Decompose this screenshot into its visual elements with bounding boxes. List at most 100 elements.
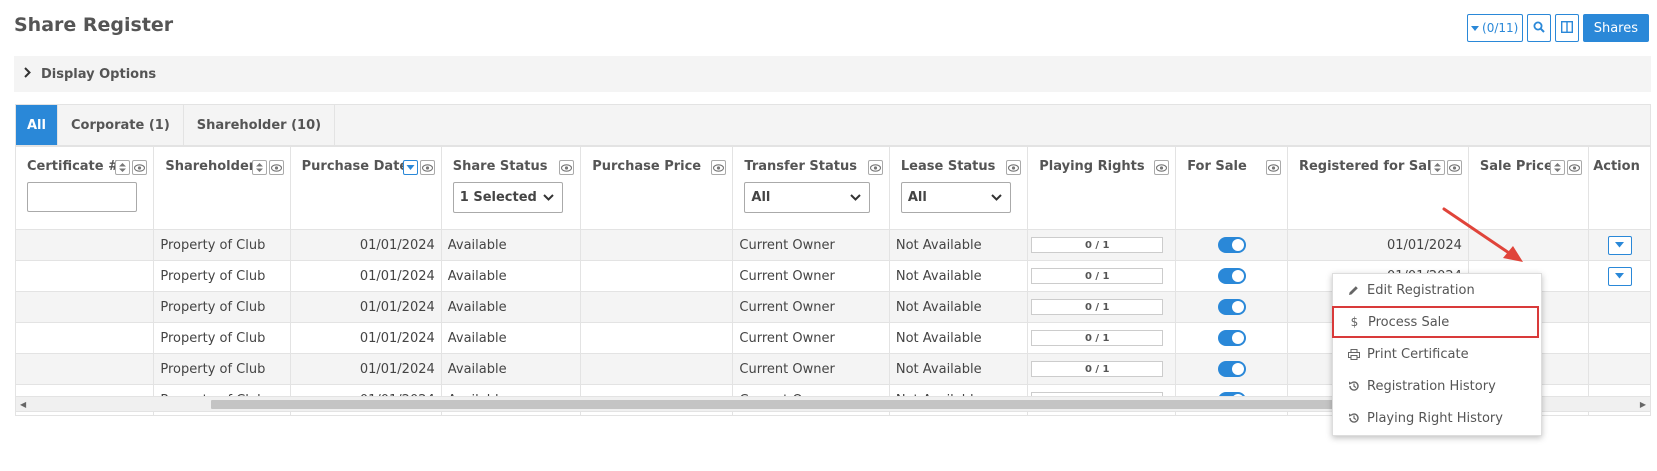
row-action-dropdown-button[interactable] — [1607, 235, 1632, 255]
lease-status-filter-value: All — [907, 190, 927, 205]
row-action-dropdown-button[interactable] — [1607, 266, 1632, 286]
header-row: Certificate # Shareholder Purchase Date … — [14, 146, 1651, 230]
menu-item-registration-history[interactable]: Registration History — [1333, 370, 1541, 402]
eye-icon[interactable] — [711, 160, 727, 175]
cell-playing-rights: 0 / 1 — [1027, 229, 1177, 261]
eye-icon[interactable] — [1567, 160, 1583, 175]
tab-shareholder[interactable]: Shareholder (10) — [184, 105, 336, 145]
cell-certificate — [14, 229, 155, 261]
scroll-right-arrow-icon[interactable]: ▶ — [1640, 400, 1646, 409]
cell-purchase-price — [580, 322, 734, 354]
scroll-left-arrow-icon[interactable]: ◀ — [20, 400, 26, 409]
eye-icon[interactable] — [559, 160, 575, 175]
cell-share-status: Available — [440, 353, 582, 385]
history-icon — [1347, 380, 1360, 392]
cell-transfer-status: Current Owner — [732, 322, 890, 354]
cell-playing-rights: 0 / 1 — [1027, 322, 1177, 354]
lease-status-filter-select[interactable]: All — [900, 182, 1011, 213]
menu-item-print-certificate[interactable]: Print Certificate — [1333, 338, 1541, 370]
cell-share-status: Available — [440, 229, 582, 261]
cell-playing-rights: 0 / 1 — [1027, 353, 1177, 385]
display-options-toggle[interactable]: Display Options — [14, 56, 1651, 92]
caret-down-icon — [1471, 21, 1480, 35]
col-share-status-label: Share Status — [452, 159, 548, 174]
cell-playing-rights: 0 / 1 — [1027, 260, 1177, 292]
for-sale-toggle[interactable] — [1217, 299, 1246, 315]
page-title: Share Register — [14, 14, 174, 36]
columns-icon — [1560, 20, 1573, 36]
columns-button[interactable] — [1554, 14, 1579, 42]
col-lease-status: Lease Status All — [888, 146, 1029, 230]
cell-purchase-price — [580, 229, 734, 261]
share-status-filter-select[interactable]: 1 Selected — [452, 182, 563, 213]
playing-rights-indicator: 0 / 1 — [1031, 268, 1164, 284]
cell-share-status: Available — [440, 260, 582, 292]
col-playing-rights-label: Playing Rights — [1039, 159, 1145, 174]
sort-icon[interactable] — [1550, 160, 1566, 175]
history-icon — [1347, 412, 1360, 424]
sort-icon[interactable] — [1429, 160, 1445, 175]
col-action: Action — [1588, 146, 1651, 230]
menu-item-label: Registration History — [1367, 378, 1496, 394]
cell-purchase-price — [580, 260, 734, 292]
cell-shareholder: Property of Club — [153, 260, 291, 292]
col-purchase-date: Purchase Date — [289, 146, 442, 230]
menu-item-edit-registration[interactable]: Edit Registration — [1333, 274, 1541, 306]
playing-rights-indicator: 0 / 1 — [1031, 330, 1164, 346]
eye-icon[interactable] — [1006, 160, 1022, 175]
eye-icon[interactable] — [1446, 160, 1462, 175]
printer-icon — [1347, 348, 1360, 360]
eye-icon[interactable] — [132, 160, 148, 175]
top-actions: (0/11) Shares — [1466, 14, 1649, 42]
col-playing-rights: Playing Rights — [1027, 146, 1177, 230]
col-lease-status-label: Lease Status — [900, 159, 996, 174]
sort-icon[interactable] — [251, 160, 267, 175]
menu-item-label: Print Certificate — [1367, 346, 1469, 362]
cell-action — [1588, 291, 1651, 323]
eye-icon[interactable] — [1154, 160, 1170, 175]
for-sale-toggle[interactable] — [1217, 268, 1246, 284]
for-sale-toggle[interactable] — [1217, 361, 1246, 377]
eye-icon[interactable] — [867, 160, 883, 175]
eye-icon[interactable] — [268, 160, 284, 175]
cell-share-status: Available — [440, 291, 582, 323]
menu-item-playing-right-history[interactable]: Playing Right History — [1333, 402, 1541, 434]
menu-item-label: Process Sale — [1368, 314, 1450, 330]
eye-icon[interactable] — [419, 160, 435, 175]
cell-lease-status: Not Available — [888, 260, 1029, 292]
col-registered-for-sale-label: Registered for Sale — [1298, 159, 1441, 174]
cell-certificate — [14, 291, 155, 323]
menu-item-process-sale[interactable]: $ Process Sale — [1332, 306, 1539, 338]
cell-for-sale — [1175, 260, 1288, 292]
chevron-down-icon — [850, 190, 862, 205]
shares-button[interactable]: Shares — [1582, 14, 1649, 42]
cell-certificate — [14, 322, 155, 354]
cell-shareholder: Property of Club — [153, 291, 291, 323]
tab-all[interactable]: All — [16, 105, 58, 145]
for-sale-toggle[interactable] — [1217, 330, 1246, 346]
cell-purchase-date: 01/01/2024 — [289, 291, 442, 323]
cell-for-sale — [1175, 322, 1288, 354]
col-for-sale: For Sale — [1175, 146, 1288, 230]
filter-count-label: (0/11) — [1482, 21, 1519, 35]
for-sale-toggle[interactable] — [1217, 237, 1246, 253]
table-row[interactable]: Property of Club 01/01/2024 Available Cu… — [14, 229, 1651, 261]
scrollbar-thumb[interactable] — [211, 400, 1336, 409]
col-share-status: Share Status 1 Selected — [440, 146, 582, 230]
cell-lease-status: Not Available — [888, 229, 1029, 261]
transfer-status-filter-select[interactable]: All — [744, 182, 871, 213]
filter-count-button[interactable]: (0/11) — [1466, 14, 1523, 42]
search-button[interactable] — [1526, 14, 1551, 42]
transfer-status-filter-value: All — [751, 190, 771, 205]
col-transfer-status-label: Transfer Status — [744, 159, 857, 174]
cell-transfer-status: Current Owner — [732, 260, 890, 292]
certificate-filter-input[interactable] — [27, 182, 137, 212]
sort-desc-icon[interactable] — [402, 160, 418, 175]
eye-icon[interactable] — [1265, 160, 1281, 175]
sort-icon[interactable] — [115, 160, 131, 175]
cell-action — [1588, 353, 1651, 385]
tab-corporate[interactable]: Corporate (1) — [58, 105, 184, 145]
cell-shareholder: Property of Club — [153, 353, 291, 385]
cell-shareholder: Property of Club — [153, 322, 291, 354]
col-action-label: Action — [1593, 159, 1640, 174]
